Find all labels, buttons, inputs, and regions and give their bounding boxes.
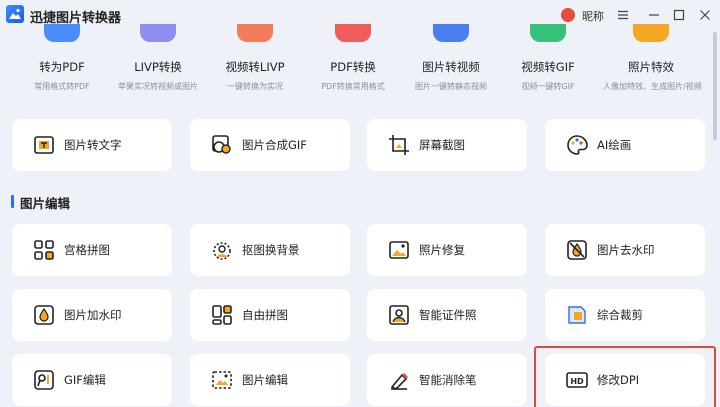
scrollbar-thumb[interactable] xyxy=(713,32,717,140)
palette-icon xyxy=(567,135,588,155)
selection-highlight xyxy=(534,346,716,407)
effects-icon xyxy=(633,24,669,42)
tool-title: 照片特效 xyxy=(628,60,674,74)
card-label: 图片去水印 xyxy=(597,243,655,257)
card-smart-eraser[interactable]: 智能消除笔 xyxy=(367,354,527,406)
card-image-to-text[interactable]: 图片转文字 xyxy=(12,119,172,171)
main-content: 转为PDF 常用格式转PDF LIVP转换 苹果实况转视频或图片 视频转LIVP… xyxy=(0,24,716,407)
screenshot-icon xyxy=(389,135,409,155)
tool-title: 视频转LIVP xyxy=(225,60,285,74)
maximize-icon[interactable] xyxy=(671,7,687,23)
card-label: 宫格拼图 xyxy=(64,243,110,257)
card-remove-watermark[interactable]: 图片去水印 xyxy=(545,224,705,276)
crop-icon xyxy=(568,306,586,324)
photo-repair-icon xyxy=(389,241,409,259)
tool-subtitle: 图片一键转静态视频 xyxy=(415,82,487,91)
remove-watermark-icon xyxy=(567,240,587,260)
tool-subtitle: 苹果实况转视频或图片 xyxy=(118,82,198,91)
menu-icon[interactable] xyxy=(615,7,631,23)
card-label: AI绘画 xyxy=(597,138,632,152)
tool-title: LIVP转换 xyxy=(134,60,182,74)
user-avatar[interactable] xyxy=(561,8,575,22)
card-label: 图片合成GIF xyxy=(242,138,307,152)
app-logo-icon xyxy=(6,5,24,23)
card-label: GIF编辑 xyxy=(64,373,106,387)
card-label: 图片编辑 xyxy=(242,373,288,387)
pdf-icon xyxy=(44,24,80,42)
card-gif-edit[interactable]: GIF编辑 xyxy=(12,354,172,406)
livp-icon xyxy=(140,24,176,42)
card-grid-collage[interactable]: 宫格拼图 xyxy=(12,224,172,276)
id-photo-icon xyxy=(389,305,409,325)
tool-subtitle: PDF转换常用格式 xyxy=(321,82,385,91)
card-label: 屏幕截图 xyxy=(419,138,465,152)
card-label: 综合裁剪 xyxy=(597,308,643,322)
card-label: 照片修复 xyxy=(419,243,465,257)
eraser-icon xyxy=(390,373,408,390)
tool-subtitle: 一键转换为实况 xyxy=(227,82,283,91)
user-name[interactable]: 昵称 xyxy=(582,8,604,24)
tool-title: 图片转视频 xyxy=(422,60,480,74)
section-title: 图片编辑 xyxy=(20,196,71,211)
tool-title: 视频转GIF xyxy=(521,60,575,74)
tool-subtitle: 人像加特效、生成图片/视频 xyxy=(603,82,702,91)
image-video-icon xyxy=(433,24,469,42)
card-ai-painting[interactable]: AI绘画 xyxy=(545,119,705,171)
image-edit-icon xyxy=(212,371,232,389)
card-label: 自由拼图 xyxy=(242,308,288,322)
card-image-edit[interactable]: 图片编辑 xyxy=(190,354,350,406)
tool-title: 转为PDF xyxy=(39,60,85,74)
card-gif-compose[interactable]: 图片合成GIF xyxy=(190,119,350,171)
card-label: 智能证件照 xyxy=(419,308,477,322)
card-label: 图片转文字 xyxy=(64,138,122,152)
gif-edit-icon xyxy=(34,370,54,390)
free-collage-icon xyxy=(212,305,232,325)
add-watermark-icon xyxy=(34,305,54,325)
card-cutout-background[interactable]: 抠图换背景 xyxy=(190,224,350,276)
scrollbar[interactable] xyxy=(712,30,718,407)
minimize-icon[interactable] xyxy=(646,7,662,23)
tool-subtitle: 视频一键转GIF xyxy=(521,82,575,91)
card-label: 图片加水印 xyxy=(64,308,122,322)
gif-icon xyxy=(530,24,566,42)
card-add-watermark[interactable]: 图片加水印 xyxy=(12,289,172,341)
card-screenshot[interactable]: 屏幕截图 xyxy=(367,119,527,171)
gif-compose-icon xyxy=(212,135,231,154)
pdf-convert-icon xyxy=(335,24,371,42)
tool-title: PDF转换 xyxy=(330,60,376,74)
cutout-icon xyxy=(213,242,231,260)
video-livp-icon xyxy=(237,24,273,42)
card-photo-repair[interactable]: 照片修复 xyxy=(367,224,527,276)
card-id-photo[interactable]: 智能证件照 xyxy=(367,289,527,341)
grid-icon xyxy=(34,240,54,260)
card-crop[interactable]: 综合裁剪 xyxy=(545,289,705,341)
card-label: 智能消除笔 xyxy=(419,373,477,387)
card-label: 抠图换背景 xyxy=(242,243,300,257)
card-free-collage[interactable]: 自由拼图 xyxy=(190,289,350,341)
close-icon[interactable] xyxy=(697,7,713,23)
section-accent-bar xyxy=(11,195,14,208)
image-to-text-icon xyxy=(34,136,54,154)
tool-subtitle: 常用格式转PDF xyxy=(34,82,90,91)
